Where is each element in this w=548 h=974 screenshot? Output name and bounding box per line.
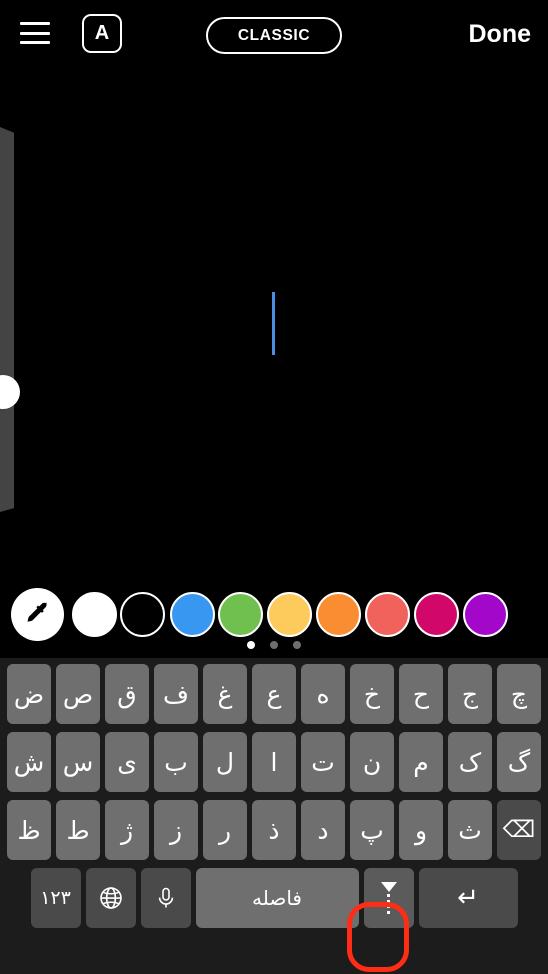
key-ه[interactable]: ه [301, 664, 345, 724]
key-ف[interactable]: ف [154, 664, 198, 724]
keyboard-row-3: ظ ط ژ ز ر ذ د پ و ث ⌫ [0, 800, 548, 860]
key-ش[interactable]: ش [7, 732, 51, 792]
color-swatch-pink[interactable] [414, 592, 459, 637]
key-ص[interactable]: ص [56, 664, 100, 724]
color-swatch-red[interactable] [365, 592, 410, 637]
return-key-label: ↵ [457, 883, 479, 913]
eyedropper-glyph [27, 600, 47, 622]
key-ث[interactable]: ث [448, 800, 492, 860]
color-swatch-orange[interactable] [316, 592, 361, 637]
key-و[interactable]: و [399, 800, 443, 860]
globe-key[interactable] [85, 868, 136, 928]
color-swatch-green[interactable] [218, 592, 263, 637]
key-ج[interactable]: ج [448, 664, 492, 724]
text-caret [272, 292, 275, 355]
text-size-slider[interactable] [0, 127, 20, 512]
hide-keyboard-key[interactable] [363, 868, 414, 928]
hide-keyboard-icon [380, 882, 397, 914]
key-ن[interactable]: ن [350, 732, 394, 792]
dictation-key[interactable] [140, 868, 191, 928]
align-line-3 [20, 41, 50, 44]
align-line-1 [20, 22, 50, 25]
done-label: Done [468, 20, 532, 48]
key-م[interactable]: م [399, 732, 443, 792]
eyedropper-icon[interactable] [11, 588, 64, 641]
hide-keyboard-triangle [380, 882, 397, 893]
key-ر[interactable]: ر [203, 800, 247, 860]
page-dot-2 [270, 641, 278, 649]
key-چ[interactable]: چ [497, 664, 541, 724]
color-swatch-purple[interactable] [463, 592, 508, 637]
key-ز[interactable]: ز [154, 800, 198, 860]
text-canvas[interactable] [0, 72, 548, 580]
key-ی[interactable]: ی [105, 732, 149, 792]
key-س[interactable]: س [56, 732, 100, 792]
key-ب[interactable]: ب [154, 732, 198, 792]
key-ط[interactable]: ط [56, 800, 100, 860]
font-name-label: CLASSIC [237, 26, 311, 44]
key-ض[interactable]: ض [7, 664, 51, 724]
font-selector-button[interactable]: CLASSIC [206, 17, 342, 54]
text-align-icon[interactable] [20, 18, 52, 48]
key-ظ[interactable]: ظ [7, 800, 51, 860]
page-dot-1 [247, 641, 255, 649]
align-line-2 [20, 31, 50, 35]
key-خ[interactable]: خ [350, 664, 394, 724]
text-style-button[interactable]: A [82, 14, 122, 53]
page-dot-3 [293, 641, 301, 649]
key-ک[interactable]: ک [448, 732, 492, 792]
numbers-key-label: ۱۲۳ [40, 887, 71, 909]
done-button[interactable]: Done [469, 20, 532, 49]
hide-keyboard-dots [387, 894, 390, 914]
key-غ[interactable]: غ [203, 664, 247, 724]
slider-track [0, 127, 14, 512]
microphone-icon [158, 887, 173, 908]
palette-page-dots [0, 641, 548, 653]
color-swatch-blue[interactable] [170, 592, 215, 637]
persian-keyboard: ضصقفغعهخحجچ شسیبلاتنمکگ ظ ط ژ ز ر ذ د پ و ث ⌫ ۱۲۳ [0, 658, 548, 974]
key-گ[interactable]: گ [497, 732, 541, 792]
keyboard-bottom-row: ۱۲۳ فاصله ↵ [0, 868, 548, 928]
key-پ[interactable]: پ [350, 800, 394, 860]
color-swatch-black[interactable] [120, 592, 165, 637]
color-swatch-yellow[interactable] [267, 592, 312, 637]
key-ح[interactable]: ح [399, 664, 443, 724]
story-text-editor-screen: A CLASSIC Done ضصقفغعهخحجچ شسیبلاتنمکگ ظ… [0, 0, 548, 974]
keyboard-row-2: شسیبلاتنمکگ [0, 732, 548, 792]
key-ژ[interactable]: ژ [105, 800, 149, 860]
globe-icon [99, 887, 122, 909]
text-style-label: A [94, 22, 110, 44]
top-toolbar: A CLASSIC Done [0, 0, 548, 72]
keyboard-row-1: ضصقفغعهخحجچ [0, 664, 548, 724]
key-ق[interactable]: ق [105, 664, 149, 724]
key-ع[interactable]: ع [252, 664, 296, 724]
return-key[interactable]: ↵ [418, 868, 518, 928]
color-swatch-white[interactable] [72, 592, 117, 637]
key-د[interactable]: د [301, 800, 345, 860]
key-ذ[interactable]: ذ [252, 800, 296, 860]
space-key-label: فاصله [252, 886, 302, 910]
key-ت[interactable]: ت [301, 732, 345, 792]
key-ل[interactable]: ل [203, 732, 247, 792]
key-ا[interactable]: ا [252, 732, 296, 792]
space-key[interactable]: فاصله [195, 868, 359, 928]
numbers-key[interactable]: ۱۲۳ [30, 868, 81, 928]
backspace-key[interactable]: ⌫ [497, 800, 541, 860]
